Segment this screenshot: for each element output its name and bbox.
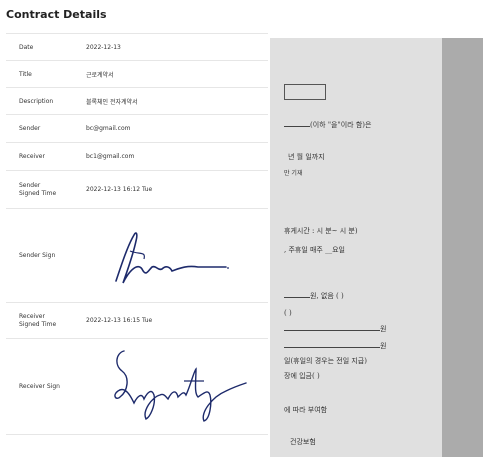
receiver-signature-image [114,349,247,422]
table-row-title: Title 근로계약서 [6,60,268,88]
row-label: Date [6,33,81,61]
table-row-sender-signed-time: Sender Signed Time 2022-12-13 16:12 Tue [6,170,268,209]
row-label: Receiver [6,142,81,171]
table-row-description: Description 블록체인 전자계약서 [6,87,268,115]
row-value: 2022-12-13 16:15 Tue [81,302,268,339]
table-row-date: Date 2022-12-13 [6,33,268,61]
row-label: Receiver Sign [6,338,81,435]
document-text-line: 건강보험 [290,438,316,446]
document-text-line: 원, 없음 ( ) [284,291,344,301]
document-preview[interactable]: (이하 "을"이라 함)은 년 월 일까지 만 기재 휴게시간 : 시 분~ 시… [270,38,483,457]
row-label: Receiver Signed Time [6,302,81,339]
document-text-line: ( ) [284,309,292,317]
document-page: (이하 "을"이라 함)은 년 월 일까지 만 기재 휴게시간 : 시 분~ 시… [270,38,442,457]
table-row-receiver: Receiver bc1@gmail.com [6,142,268,171]
row-label-line-2: Signed Time [19,320,57,328]
row-value: bc@gmail.com [81,114,268,143]
row-value: 근로계약서 [81,60,268,88]
row-label: Sender Signed Time [6,170,81,209]
page-title: Contract Details [6,8,107,21]
document-text-line: 년 월 일까지 [288,153,325,161]
document-text-line: 일(휴일의 경우는 전일 지급) [284,357,367,365]
contract-details-table: Date 2022-12-13 Title 근로계약서 Description … [6,33,268,435]
sender-signature-image [115,231,229,283]
row-label: Title [6,60,81,88]
document-text-line: , 주휴일 매주 __요일 [284,246,345,254]
document-text-line: 에 따라 부여함 [284,406,328,414]
table-row-sender: Sender bc@gmail.com [6,114,268,143]
sender-signature [81,208,268,303]
receiver-signature [81,338,268,435]
document-text-line: 원 [284,324,386,334]
row-value: 2022-12-13 [81,33,268,61]
row-label: Sender Sign [6,208,81,303]
table-row-sender-sign: Sender Sign [6,208,268,303]
table-row-receiver-sign: Receiver Sign [6,338,268,435]
table-row-receiver-signed-time: Receiver Signed Time 2022-12-13 16:15 Tu… [6,302,268,339]
row-label-line-2: Signed Time [19,189,57,197]
row-value: 블록체인 전자계약서 [81,87,268,115]
document-text-line: 원 [284,341,386,351]
document-text-line: 장에 입금( ) [284,372,320,380]
row-value: 2022-12-13 16:12 Tue [81,170,268,209]
row-value: bc1@gmail.com [81,142,268,171]
document-text-line: (이하 "을"이라 함)은 [284,120,371,130]
row-label-line-1: Receiver [19,313,45,320]
document-text-line: 휴게시간 : 시 분~ 시 분) [284,227,358,235]
row-label-line-1: Sender [19,182,41,189]
row-label: Sender [6,114,81,143]
document-text-line: 만 기재 [284,170,303,177]
row-label: Description [6,87,81,115]
document-input-box [284,84,326,100]
